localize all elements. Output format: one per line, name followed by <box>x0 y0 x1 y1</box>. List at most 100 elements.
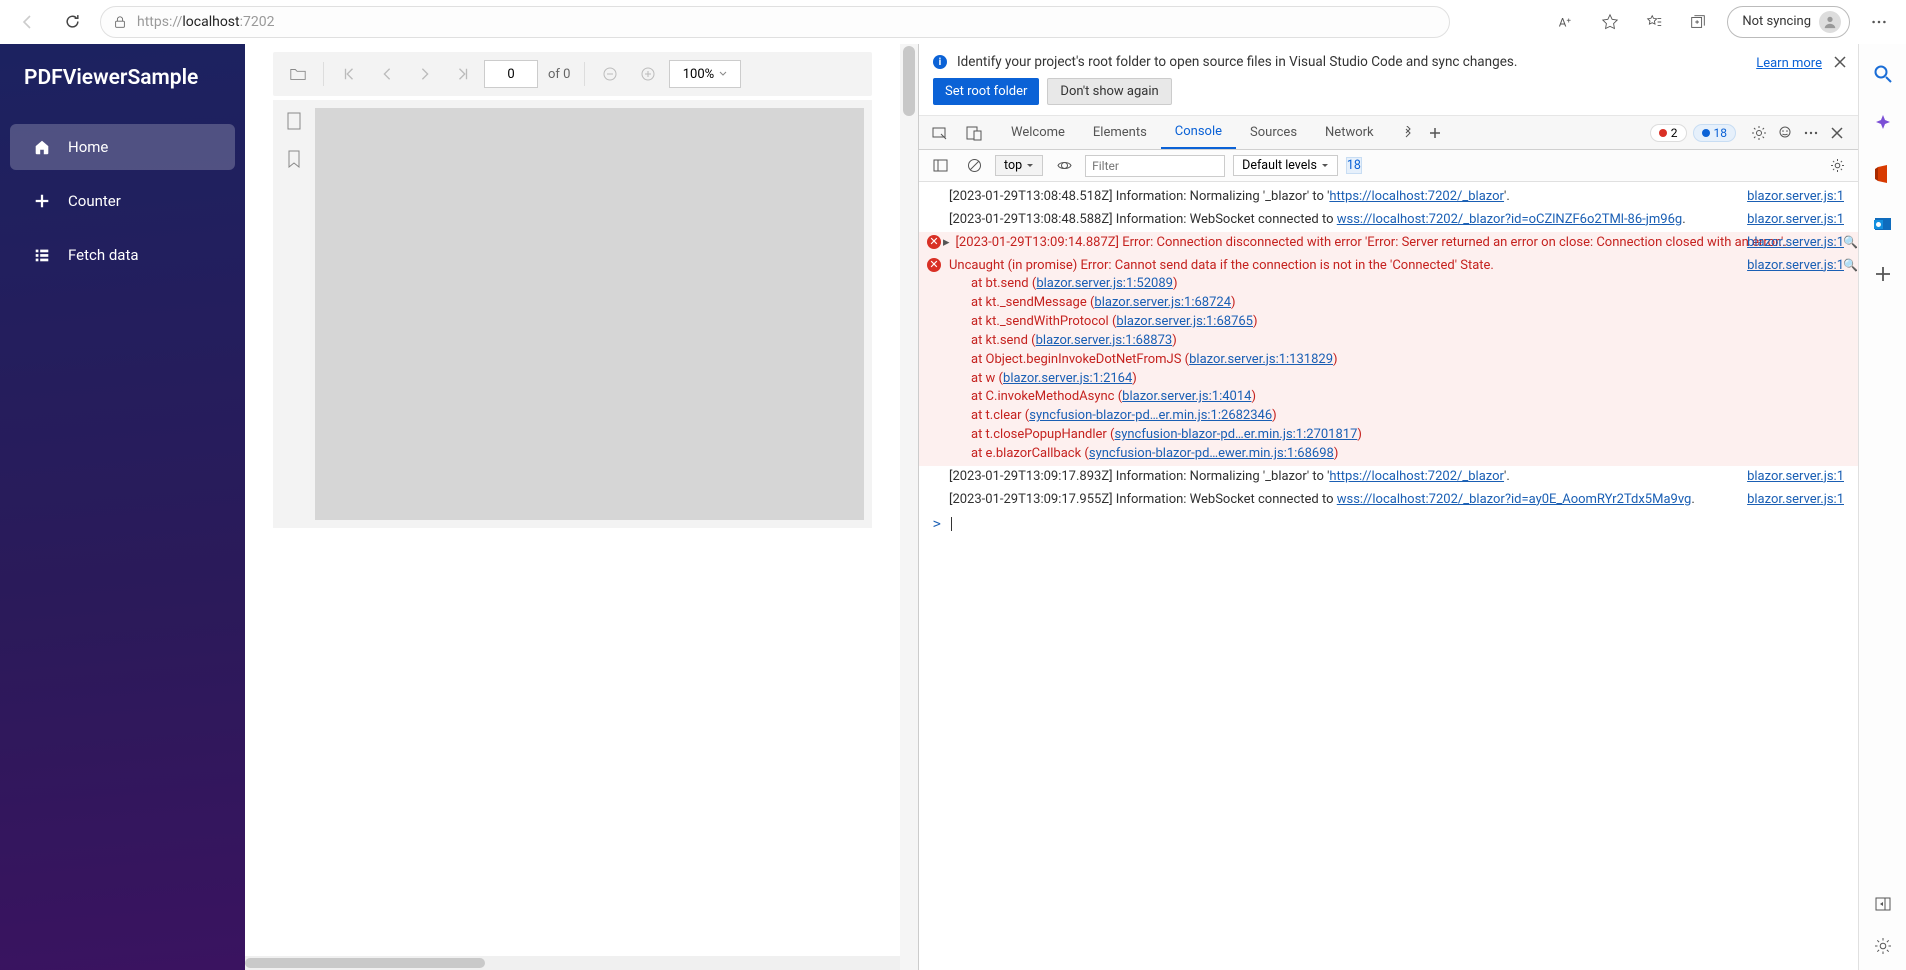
pdf-toolbar: of 0 100% <box>273 52 872 96</box>
favorite-icon[interactable] <box>1595 7 1625 37</box>
log-row: [2023-01-29T13:08:48.518Z] Information: … <box>919 186 1858 209</box>
tab-welcome[interactable]: Welcome <box>997 116 1079 149</box>
log-row: ✕▸ [2023-01-29T13:09:14.887Z] Error: Con… <box>919 232 1858 255</box>
devtools-banner: i Identify your project's root folder to… <box>919 44 1858 116</box>
open-file-icon[interactable] <box>281 57 315 91</box>
inspect-icon[interactable] <box>927 125 953 141</box>
console-prompt[interactable]: > <box>919 512 1858 539</box>
log-link[interactable]: wss://localhost:7202/_blazor?id=oCZlNZF6… <box>1337 212 1682 227</box>
sidebar-item-label: Fetch data <box>68 246 139 264</box>
sidebar-item-counter[interactable]: Counter <box>10 178 235 224</box>
stack-link[interactable]: blazor.server.js:1:68724 <box>1094 295 1231 310</box>
outlook-icon[interactable] <box>1871 212 1895 236</box>
stack-link[interactable]: blazor.server.js:1:2164 <box>1003 371 1132 386</box>
collections-icon[interactable] <box>1683 7 1713 37</box>
source-link[interactable]: blazor.server.js:1 <box>1747 468 1844 487</box>
zoom-select[interactable]: 100% <box>669 60 741 88</box>
back-button[interactable] <box>12 6 44 38</box>
stack-link[interactable]: syncfusion-blazor-pd…er.min.js:1:2682346 <box>1029 408 1272 423</box>
settings-icon[interactable] <box>1746 125 1772 141</box>
stack-link[interactable]: blazor.server.js:1:68765 <box>1116 314 1253 329</box>
zoom-in-icon[interactable] <box>631 57 665 91</box>
context-select[interactable]: top <box>995 155 1043 176</box>
sidebar-toggle-icon[interactable] <box>927 158 953 173</box>
lookup-icon[interactable]: 🔍 <box>1843 234 1858 251</box>
browser-toolbar: https://localhost:7202 A⁺ Not syncing <box>0 0 1906 44</box>
log-link[interactable]: https://localhost:7202/_blazor <box>1329 469 1504 484</box>
more-tabs-icon[interactable] <box>1396 126 1422 140</box>
log-levels-select[interactable]: Default levels <box>1233 155 1338 176</box>
log-row: [2023-01-29T13:08:48.588Z] Information: … <box>919 209 1858 232</box>
tab-sources[interactable]: Sources <box>1236 116 1311 149</box>
office-icon[interactable] <box>1871 162 1895 186</box>
separator <box>584 62 585 86</box>
home-icon <box>32 138 52 156</box>
next-page-icon[interactable] <box>408 57 442 91</box>
device-toggle-icon[interactable] <box>961 125 987 141</box>
search-icon[interactable] <box>1871 62 1895 86</box>
source-link[interactable]: blazor.server.js:1 <box>1747 234 1844 253</box>
first-page-icon[interactable] <box>332 57 366 91</box>
bookmark-icon[interactable] <box>287 150 301 168</box>
info-icon: i <box>933 55 947 69</box>
stack-link[interactable]: blazor.server.js:1:52089 <box>1036 276 1173 291</box>
profile-sync-button[interactable]: Not syncing <box>1727 6 1850 38</box>
expand-icon[interactable]: ▸ <box>943 234 950 253</box>
copilot-icon[interactable] <box>1871 112 1895 136</box>
stack-link[interactable]: syncfusion-blazor-pd…er.min.js:1:2701817 <box>1115 427 1358 442</box>
info-count-badge[interactable]: 18 <box>1693 124 1737 142</box>
source-link[interactable]: blazor.server.js:1 <box>1747 211 1844 230</box>
collapse-sidebar-icon[interactable] <box>1871 892 1895 916</box>
lookup-icon[interactable]: 🔍 <box>1843 257 1858 274</box>
tab-network[interactable]: Network <box>1311 116 1388 149</box>
issues-badge[interactable]: 18 <box>1346 157 1362 174</box>
console-settings-icon[interactable] <box>1824 158 1850 173</box>
split-scrollbar[interactable] <box>900 44 918 970</box>
learn-more-link[interactable]: Learn more <box>1756 56 1822 71</box>
svg-text:A⁺: A⁺ <box>1559 15 1572 29</box>
stack-link[interactable]: syncfusion-blazor-pd…ewer.min.js:1:68698 <box>1089 446 1334 461</box>
tab-elements[interactable]: Elements <box>1079 116 1161 149</box>
edge-settings-icon[interactable] <box>1871 934 1895 958</box>
menu-icon[interactable] <box>1798 125 1824 141</box>
source-link[interactable]: blazor.server.js:1 <box>1747 188 1844 207</box>
log-link[interactable]: wss://localhost:7202/_blazor?id=ay0E_Aoo… <box>1337 492 1692 507</box>
sidebar-item-label: Home <box>68 138 108 156</box>
source-link[interactable]: blazor.server.js:1 <box>1747 491 1844 510</box>
clear-console-icon[interactable] <box>961 158 987 173</box>
more-icon[interactable] <box>1864 7 1894 37</box>
log-link[interactable]: https://localhost:7202/_blazor <box>1329 189 1504 204</box>
sidebar-item-fetch-data[interactable]: Fetch data <box>10 232 235 278</box>
tab-console[interactable]: Console <box>1161 116 1236 149</box>
stack-link[interactable]: blazor.server.js:1:68873 <box>1036 333 1173 348</box>
set-root-button[interactable]: Set root folder <box>933 78 1039 105</box>
read-aloud-icon[interactable]: A⁺ <box>1551 7 1581 37</box>
console-output[interactable]: [2023-01-29T13:08:48.518Z] Information: … <box>919 182 1858 970</box>
stack-link[interactable]: blazor.server.js:1:4014 <box>1122 389 1251 404</box>
last-page-icon[interactable] <box>446 57 480 91</box>
pdf-side-panel <box>273 100 315 528</box>
add-extension-icon[interactable] <box>1871 262 1895 286</box>
error-count-badge[interactable]: 2 <box>1650 124 1687 142</box>
source-link[interactable]: blazor.server.js:1 <box>1747 257 1844 276</box>
zoom-out-icon[interactable] <box>593 57 627 91</box>
prev-page-icon[interactable] <box>370 57 404 91</box>
close-icon[interactable] <box>1834 56 1846 68</box>
url-text: https://localhost:7202 <box>137 14 275 30</box>
page-number-input[interactable] <box>484 60 538 88</box>
filter-input[interactable] <box>1085 155 1225 177</box>
favorites-list-icon[interactable] <box>1639 7 1669 37</box>
address-bar[interactable]: https://localhost:7202 <box>100 6 1450 38</box>
page-thumbnail-icon[interactable] <box>286 112 302 130</box>
close-devtools-icon[interactable] <box>1824 126 1850 140</box>
pdf-canvas[interactable] <box>315 108 864 520</box>
dont-show-button[interactable]: Don't show again <box>1047 78 1171 105</box>
horizontal-scrollbar[interactable] <box>245 956 900 970</box>
add-tab-icon[interactable] <box>1422 126 1448 140</box>
refresh-button[interactable] <box>56 6 88 38</box>
sidebar-item-home[interactable]: Home <box>10 124 235 170</box>
stack-link[interactable]: blazor.server.js:1:131829 <box>1189 352 1333 367</box>
feedback-icon[interactable] <box>1772 125 1798 141</box>
live-expression-icon[interactable] <box>1051 158 1077 173</box>
error-icon: ✕ <box>927 258 941 272</box>
